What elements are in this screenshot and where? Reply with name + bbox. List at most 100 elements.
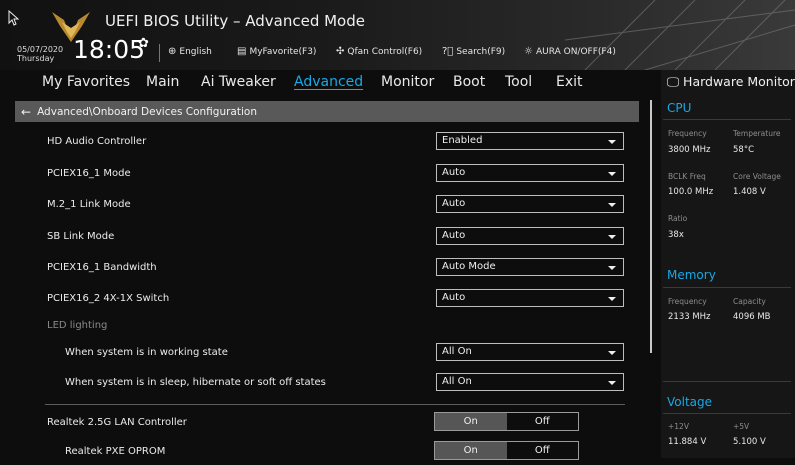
chevron-down-icon	[608, 266, 616, 270]
setting-realtek-lan: Realtek 2.5G LAN Controller On Off	[0, 412, 640, 436]
clock: 18:05	[73, 35, 146, 64]
dropdown-value: All On	[442, 376, 472, 387]
chevron-down-icon	[608, 235, 616, 239]
setting-pciex16-2-switch: PCIEX16_2 4X-1X Switch Auto	[0, 288, 640, 312]
cpu-temperature-value: 58°C	[733, 145, 755, 155]
tab-advanced[interactable]: Advanced	[294, 74, 363, 90]
mouse-cursor-icon	[8, 10, 20, 26]
section-heading: LED lighting	[47, 320, 108, 331]
globe-icon: ⊕	[168, 46, 177, 57]
cpu-temperature-label: Temperature	[733, 129, 781, 138]
tab-ai-tweaker[interactable]: Ai Tweaker	[201, 74, 276, 90]
chevron-down-icon	[608, 381, 616, 385]
realtek-pxe-toggle[interactable]: On Off	[434, 441, 579, 460]
cpu-frequency-value: 3800 MHz	[668, 145, 711, 155]
qfan-control-button[interactable]: ✣ Qfan Control(F6)	[336, 46, 422, 57]
toggle-off-option[interactable]: Off	[507, 413, 579, 430]
setting-label: When system is in sleep, hibernate or so…	[65, 377, 326, 388]
divider	[663, 119, 791, 120]
tab-monitor[interactable]: Monitor	[381, 74, 434, 90]
toggle-on-option[interactable]: On	[435, 413, 507, 430]
voltage-heading: Voltage	[667, 395, 713, 409]
setting-label: Realtek 2.5G LAN Controller	[47, 417, 187, 428]
realtek-lan-toggle[interactable]: On Off	[434, 412, 579, 431]
cpu-frequency-label: Frequency	[668, 129, 707, 138]
chevron-down-icon	[608, 351, 616, 355]
tab-boot[interactable]: Boot	[453, 74, 485, 90]
date-display: 05/07/2020 Thursday	[17, 45, 63, 63]
breadcrumb-path: Advanced\Onboard Devices Configuration	[37, 105, 257, 118]
setting-m2-1-link-mode: M.2_1 Link Mode Auto	[0, 194, 640, 218]
setting-label: SB Link Mode	[47, 231, 115, 242]
m2-1-link-mode-dropdown[interactable]: Auto	[436, 195, 624, 213]
tab-tool[interactable]: Tool	[505, 74, 532, 90]
setting-hd-audio-controller: HD Audio Controller Enabled	[0, 131, 640, 155]
aura-label: AURA ON/OFF(F4)	[535, 47, 616, 57]
tab-my-favorites[interactable]: My Favorites	[42, 74, 130, 90]
toggle-off-option[interactable]: Off	[507, 442, 579, 459]
pciex16-1-mode-dropdown[interactable]: Auto	[436, 164, 624, 182]
setting-led-working-state: When system is in working state All On	[0, 342, 640, 366]
ratio-label: Ratio	[668, 214, 688, 223]
setting-led-sleep-state: When system is in sleep, hibernate or so…	[0, 372, 640, 396]
setting-label: Realtek PXE OPROM	[65, 446, 166, 457]
memory-capacity-label: Capacity	[733, 297, 766, 306]
memory-capacity-value: 4096 MB	[733, 312, 771, 322]
setting-label: When system is in working state	[65, 347, 228, 358]
v12-label: +12V	[668, 422, 689, 431]
section-led-lighting: LED lighting	[0, 315, 640, 339]
favorite-list-icon: ▤	[237, 46, 247, 57]
setting-sb-link-mode: SB Link Mode Auto	[0, 226, 640, 250]
search-help-icon: ?⃞	[442, 46, 454, 57]
aura-light-icon: ☼	[524, 46, 533, 57]
hd-audio-dropdown[interactable]: Enabled	[436, 132, 624, 150]
back-arrow-icon[interactable]: ←	[21, 105, 31, 119]
language-button[interactable]: ⊕ English	[168, 46, 212, 57]
core-voltage-value: 1.408 V	[733, 187, 766, 197]
setting-realtek-pxe-oprom: Realtek PXE OPROM On Off	[0, 441, 640, 465]
led-working-state-dropdown[interactable]: All On	[436, 343, 624, 361]
setting-pciex16-1-bandwidth: PCIEX16_1 Bandwidth Auto Mode	[0, 257, 640, 281]
pciex16-2-switch-dropdown[interactable]: Auto	[436, 289, 624, 307]
header-decoration	[565, 0, 795, 70]
setting-label: PCIEX16_1 Mode	[47, 168, 131, 179]
fan-icon: ✣	[336, 46, 345, 57]
cpu-heading: CPU	[667, 101, 692, 115]
date-text: 05/07/2020	[17, 45, 64, 54]
bclk-label: BCLK Freq	[668, 172, 706, 181]
chevron-down-icon	[608, 297, 616, 301]
led-sleep-state-dropdown[interactable]: All On	[436, 373, 624, 391]
ratio-value: 38x	[668, 230, 684, 240]
dropdown-value: Auto	[442, 230, 466, 241]
aura-toggle-button[interactable]: ☼ AURA ON/OFF(F4)	[524, 46, 616, 57]
dropdown-value: All On	[442, 346, 472, 357]
setting-label: PCIEX16_1 Bandwidth	[47, 262, 157, 273]
tab-exit[interactable]: Exit	[556, 74, 583, 90]
hardware-monitor-label: Hardware Monitor	[683, 74, 795, 89]
top-bar: UEFI BIOS Utility – Advanced Mode 05/07/…	[0, 0, 795, 70]
memory-frequency-value: 2133 MHz	[668, 312, 711, 322]
setting-label: M.2_1 Link Mode	[47, 199, 131, 210]
tab-main[interactable]: Main	[146, 74, 179, 90]
divider	[159, 44, 160, 62]
divider	[45, 404, 625, 405]
search-button[interactable]: ?⃞ Search(F9)	[442, 46, 505, 57]
qfan-label: Qfan Control(F6)	[347, 47, 423, 57]
chevron-down-icon	[608, 140, 616, 144]
breadcrumb[interactable]: ← Advanced\Onboard Devices Configuration	[15, 101, 639, 122]
dropdown-value: Auto	[442, 198, 466, 209]
divider	[663, 413, 791, 414]
scrollbar[interactable]	[650, 100, 652, 353]
dropdown-value: Auto	[442, 292, 466, 303]
dropdown-value: Enabled	[442, 135, 483, 146]
clock-settings-gear-icon[interactable]: ✿	[138, 36, 149, 51]
setting-label: HD Audio Controller	[47, 136, 147, 147]
myfavorite-label: MyFavorite(F3)	[249, 47, 317, 57]
main-tab-bar: My Favorites Main Ai Tweaker Advanced Mo…	[0, 70, 640, 98]
bclk-value: 100.0 MHz	[668, 187, 714, 197]
myfavorite-button[interactable]: ▤ MyFavorite(F3)	[237, 46, 316, 57]
monitor-icon: 🖵	[667, 74, 680, 89]
pciex16-1-bandwidth-dropdown[interactable]: Auto Mode	[436, 258, 624, 276]
toggle-on-option[interactable]: On	[435, 442, 507, 459]
sb-link-mode-dropdown[interactable]: Auto	[436, 227, 624, 245]
